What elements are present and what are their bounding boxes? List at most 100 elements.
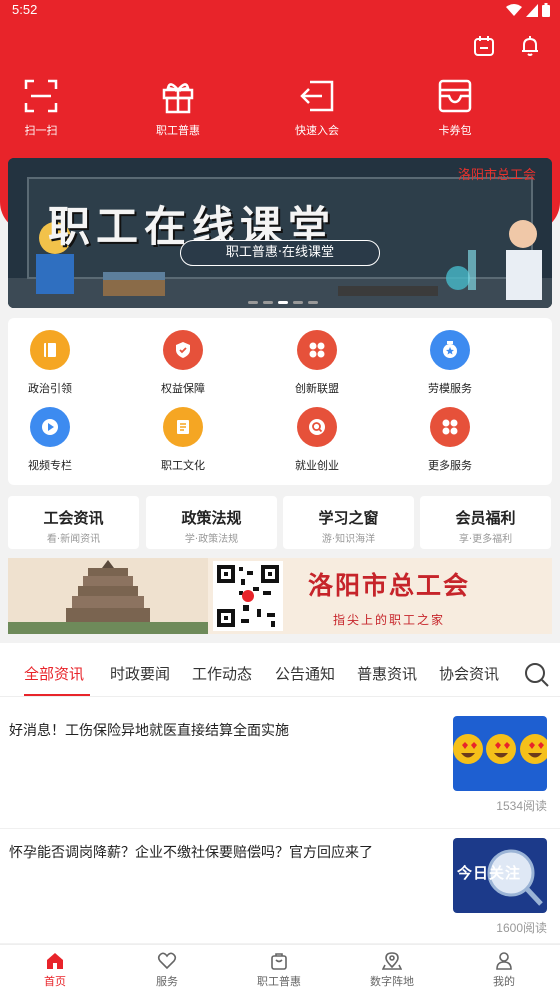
carousel-dot: [263, 301, 273, 304]
card-member-welfare[interactable]: 会员福利 享·更多福利: [420, 496, 551, 549]
service-video[interactable]: 视频专栏: [5, 407, 95, 473]
service-culture[interactable]: 职工文化: [138, 407, 228, 473]
card-learning[interactable]: 学习之窗 游·知识海洋: [283, 496, 414, 549]
quick-actions: 扫一扫 职工普惠 快速入会 卡券包: [0, 78, 560, 148]
status-bar: 5:52: [0, 0, 560, 22]
service-label: 政治引领: [28, 382, 72, 395]
medal-icon: [430, 330, 470, 370]
pagoda-illustration: [8, 558, 208, 634]
nav-service[interactable]: 服务: [127, 951, 207, 989]
promo-city: 洛阳市总工会: [308, 571, 471, 600]
service-model-worker[interactable]: 劳模服务: [405, 330, 495, 396]
nav-digital[interactable]: 数字阵地: [352, 951, 432, 989]
news-section: 全部资讯 时政要闻 工作动态 公告通知 普惠资讯 协会资讯 好消息！工伤保险异地…: [0, 643, 560, 951]
tab-work[interactable]: 工作动态: [192, 663, 252, 684]
quick-join[interactable]: 快速入会: [272, 78, 362, 138]
quick-wallet[interactable]: 卡券包: [410, 78, 500, 138]
service-label: 更多服务: [428, 459, 472, 472]
card-subtitle: 学·政策法规: [184, 534, 239, 545]
service-rights[interactable]: 权益保障: [138, 330, 228, 396]
nav-benefits[interactable]: 职工普惠: [239, 951, 319, 989]
carousel-dot: [278, 301, 288, 304]
bell-icon[interactable]: [518, 34, 542, 58]
active-tab-indicator: [24, 694, 90, 696]
carousel-dot: [308, 301, 318, 304]
service-more[interactable]: 更多服务: [405, 407, 495, 473]
quick-benefits[interactable]: 职工普惠: [133, 78, 223, 138]
card-title: 工会资讯: [43, 509, 104, 527]
card-policy[interactable]: 政策法规 学·政策法规: [146, 496, 277, 549]
nav-label: 首页: [44, 975, 66, 988]
home-icon: [47, 953, 63, 969]
more-grid-icon: [430, 407, 470, 447]
service-innovation[interactable]: 创新联盟: [272, 330, 362, 396]
heart-icon: [157, 952, 177, 970]
card-title: 会员福利: [455, 509, 516, 527]
tab-politics[interactable]: 时政要闻: [110, 663, 170, 684]
nav-label: 职工普惠: [257, 975, 301, 988]
location-icon: [382, 952, 402, 970]
qr-code-image: [213, 561, 283, 631]
service-label: 职工文化: [161, 459, 205, 472]
status-time: 5:52: [12, 2, 38, 17]
wifi-icon: [506, 3, 522, 16]
calendar-icon[interactable]: [472, 34, 496, 58]
emoji-image: [453, 716, 547, 791]
service-employment[interactable]: 就业创业: [272, 407, 362, 473]
news-item[interactable]: 好消息！工伤保险异地就医直接结算全面实施 1534阅读: [0, 707, 560, 829]
search-badge-icon: [297, 407, 337, 447]
bag-icon: [271, 953, 287, 970]
news-read-count: 1534阅读: [496, 799, 547, 813]
card-subtitle: 看·新闻资讯: [46, 534, 101, 545]
nav-label: 数字阵地: [370, 975, 414, 988]
service-label: 权益保障: [161, 382, 205, 395]
signal-icon: [526, 3, 538, 17]
info-cards: 工会资讯 看·新闻资讯 政策法规 学·政策法规 学习之窗 游·知识海洋 会员福利…: [8, 496, 552, 549]
tab-notices[interactable]: 公告通知: [275, 663, 335, 684]
service-label: 劳模服务: [428, 382, 472, 395]
promo-slogan: 指尖上的职工之家: [333, 613, 446, 627]
quick-scan[interactable]: 扫一扫: [0, 78, 86, 138]
login-icon: [300, 80, 334, 112]
nav-home[interactable]: 首页: [15, 951, 95, 989]
play-icon: [30, 407, 70, 447]
banner-brand: 洛阳市总工会: [457, 168, 536, 183]
card-title: 政策法规: [181, 509, 242, 527]
service-politics[interactable]: 政治引领: [5, 330, 95, 396]
wallet-icon: [438, 79, 472, 113]
card-title: 学习之窗: [318, 509, 379, 527]
bottom-navigation: 首页 服务 职工普惠 数字阵地 我的: [0, 944, 560, 995]
battery-icon: [542, 3, 550, 17]
card-union-news[interactable]: 工会资讯 看·新闻资讯: [8, 496, 139, 549]
news-tabs: 全部资讯 时政要闻 工作动态 公告通知 普惠资讯 协会资讯: [0, 643, 560, 697]
tab-all-news[interactable]: 全部资讯: [24, 663, 84, 684]
quick-join-label: 快速入会: [295, 124, 339, 137]
news-thumbnail: 今日关注: [453, 838, 547, 913]
nav-mine[interactable]: 我的: [464, 951, 544, 989]
card-subtitle: 游·知识海洋: [321, 534, 376, 545]
nav-label: 服务: [156, 975, 178, 988]
quick-scan-label: 扫一扫: [24, 124, 58, 137]
news-item[interactable]: 怀孕能否调岗降薪？企业不缴社保要赔偿吗？官方回应来了 今日关注 1600阅读: [0, 829, 560, 951]
search-icon[interactable]: [524, 662, 550, 688]
tab-benefits[interactable]: 普惠资讯: [357, 663, 417, 684]
service-label: 就业创业: [295, 459, 339, 472]
news-headline: 好消息！工伤保险异地就医直接结算全面实施: [9, 723, 289, 739]
carousel-dot: [293, 301, 303, 304]
book-icon: [30, 330, 70, 370]
carousel-dot: [248, 301, 258, 304]
shield-icon: [163, 330, 203, 370]
service-label: 视频专栏: [28, 459, 72, 472]
gift-icon: [162, 83, 194, 114]
thumb-text: 今日关注: [457, 864, 522, 882]
carousel-dots: [248, 301, 318, 304]
tab-association[interactable]: 协会资讯: [439, 663, 499, 684]
user-icon: [496, 952, 512, 970]
card-subtitle: 享·更多福利: [458, 534, 513, 545]
news-read-count: 1600阅读: [496, 921, 547, 935]
banner-carousel[interactable]: 洛阳市总工会 职工在线课堂 职工普惠·在线课堂: [8, 158, 552, 308]
service-grid: 政治引领 权益保障 创新联盟 劳模服务 视频专栏 职工文化 就业创业 更多服务: [8, 318, 552, 485]
promo-banner[interactable]: 洛阳市总工会 指尖上的职工之家: [8, 558, 552, 634]
news-thumbnail: [453, 716, 547, 791]
grid-icon: [297, 330, 337, 370]
